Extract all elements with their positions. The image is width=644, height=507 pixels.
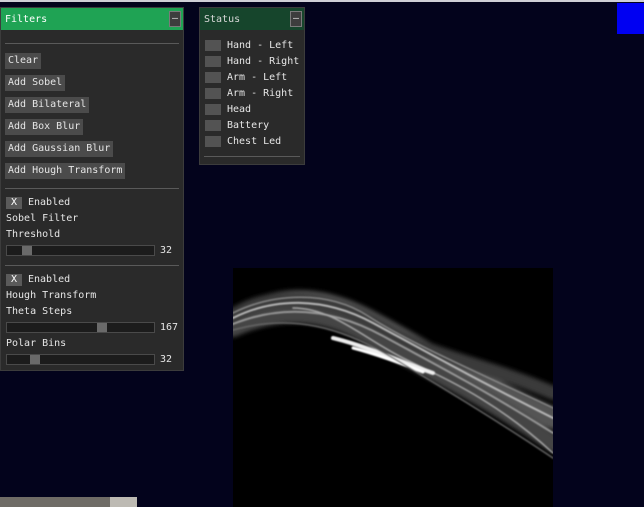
filters-panel-header[interactable]: Filters – (1, 8, 183, 30)
polar-bins-slider[interactable] (6, 354, 155, 365)
window-top-border (0, 0, 644, 2)
collapse-icon: – (171, 13, 179, 24)
hough-output-image (233, 268, 553, 507)
threshold-slider[interactable] (6, 245, 155, 256)
hough-accumulator-render (233, 268, 553, 507)
threshold-value: 32 (160, 245, 173, 256)
thumbnail-highlight (110, 497, 137, 507)
status-led (205, 135, 221, 147)
status-led (205, 71, 221, 83)
threshold-slider-grab[interactable] (22, 246, 32, 255)
status-item-label: Hand - Left (227, 39, 294, 51)
indicator-square (617, 3, 644, 34)
status-item: Arm - Left (205, 71, 287, 83)
polar-bins-value: 32 (160, 354, 173, 365)
status-panel-title: Status (204, 13, 241, 25)
status-panel-header[interactable]: Status – (200, 8, 304, 30)
status-item-label: Chest Led (227, 135, 282, 147)
status-item-label: Arm - Right (227, 87, 294, 99)
polar-bins-slider-grab[interactable] (30, 355, 40, 364)
status-item-label: Battery (227, 119, 270, 131)
checkbox-check-icon: X (10, 197, 18, 208)
status-collapse-button[interactable]: – (290, 11, 302, 27)
filters-panel-title: Filters (5, 13, 48, 25)
theta-steps-label: Theta Steps (6, 306, 73, 317)
status-led (205, 55, 221, 67)
theta-steps-value: 167 (160, 322, 179, 333)
separator (5, 188, 179, 189)
hough-enabled-label: Enabled (28, 274, 71, 285)
checkbox-check-icon: X (10, 274, 18, 285)
status-item: Head (205, 103, 251, 115)
separator (5, 43, 179, 44)
status-item-label: Head (227, 103, 252, 115)
status-led (205, 87, 221, 99)
sobel-enabled-label: Enabled (28, 197, 71, 208)
status-item: Hand - Left (205, 39, 293, 51)
separator (204, 156, 300, 157)
add-hough-transform-button[interactable]: Add Hough Transform (5, 163, 126, 179)
status-item: Arm - Right (205, 87, 293, 99)
status-item-label: Arm - Left (227, 71, 288, 83)
threshold-label: Threshold (6, 229, 61, 240)
add-box-blur-button[interactable]: Add Box Blur (5, 119, 84, 135)
add-gaussian-blur-button[interactable]: Add Gaussian Blur (5, 141, 114, 157)
status-panel: Status – Hand - Left Hand - Right Arm - … (199, 7, 305, 165)
polar-bins-label: Polar Bins (6, 338, 67, 349)
status-led (205, 119, 221, 131)
add-bilateral-button[interactable]: Add Bilateral (5, 97, 90, 113)
status-led (205, 103, 221, 115)
status-item: Battery (205, 119, 269, 131)
status-item: Hand - Right (205, 55, 299, 67)
status-led (205, 39, 221, 51)
hough-enabled-checkbox[interactable]: X (6, 274, 22, 286)
add-sobel-button[interactable]: Add Sobel (5, 75, 66, 91)
hough-transform-title: Hough Transform (6, 290, 97, 301)
separator (5, 265, 179, 266)
theta-steps-slider[interactable] (6, 322, 155, 333)
collapse-icon: – (292, 13, 300, 24)
sobel-filter-title: Sobel Filter (6, 213, 79, 224)
theta-steps-slider-grab[interactable] (97, 323, 107, 332)
clear-button[interactable]: Clear (5, 53, 42, 69)
filters-panel: Filters – Clear Add Sobel Add Bilateral … (0, 7, 184, 371)
sobel-enabled-checkbox[interactable]: X (6, 197, 22, 209)
status-item: Chest Led (205, 135, 281, 147)
filters-collapse-button[interactable]: – (169, 11, 181, 27)
camera-thumbnail (0, 497, 137, 507)
status-item-label: Hand - Right (227, 55, 300, 67)
